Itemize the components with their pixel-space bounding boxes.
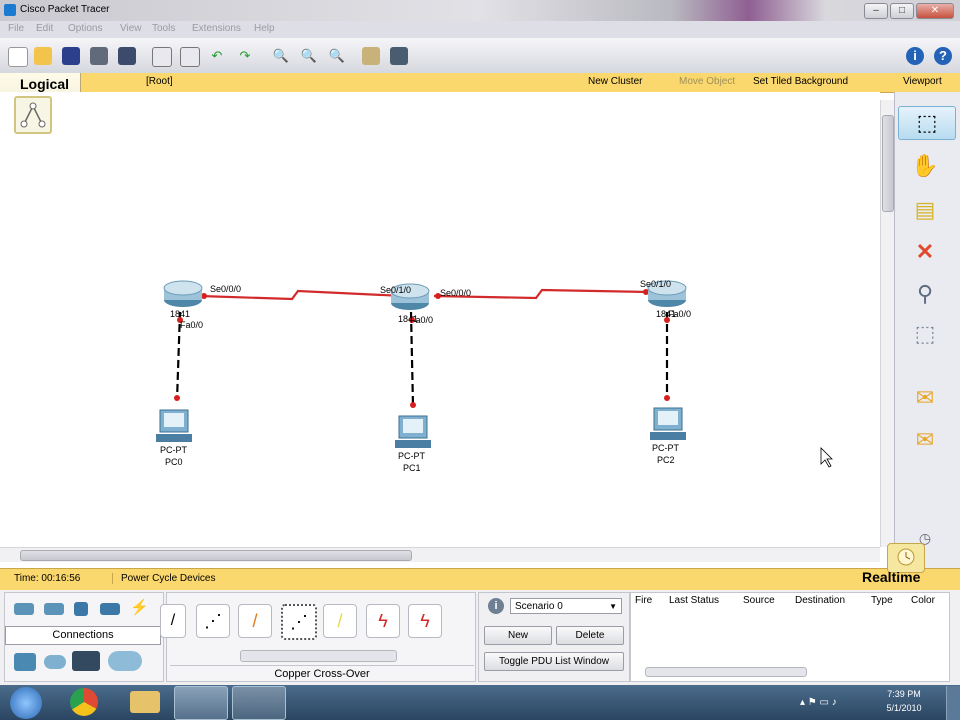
r2-fa-port-label: Fa0/0 bbox=[668, 309, 691, 319]
packet-tracer-taskbar-icon[interactable] bbox=[174, 686, 228, 720]
fiber-cable-icon[interactable]: / bbox=[323, 604, 357, 638]
pc-icon bbox=[650, 432, 686, 440]
port-dot bbox=[174, 395, 180, 401]
topology-canvas: Se0/0/0 1841 Fa0/0 Se0/1/0 Se0/0/0 1841 … bbox=[156, 279, 833, 473]
add-complex-pdu-icon[interactable]: ✉ bbox=[906, 424, 944, 456]
tray-icons[interactable]: ▴ ⚑ ▭ ♪ bbox=[800, 697, 837, 708]
end-devices-icon[interactable] bbox=[14, 653, 36, 671]
place-note-icon[interactable]: ▤ bbox=[906, 194, 944, 226]
pc-icon bbox=[156, 434, 192, 442]
info-icon[interactable]: i bbox=[906, 47, 924, 65]
serial-dce-cable-icon[interactable]: ϟ bbox=[366, 604, 400, 638]
r0-model-label: 1841 bbox=[170, 309, 190, 319]
maximize-button[interactable]: □ bbox=[890, 3, 914, 19]
col-fire: Fire bbox=[635, 595, 653, 606]
chevron-down-icon: ▼ bbox=[609, 602, 617, 611]
pc0-type-label: PC-PT bbox=[160, 445, 188, 455]
col-source: Source bbox=[743, 595, 775, 606]
pc-icon bbox=[164, 413, 184, 427]
pc-icon bbox=[403, 419, 423, 433]
switches-category-icon[interactable] bbox=[44, 603, 64, 615]
start-button-icon[interactable] bbox=[10, 687, 42, 719]
viewport-button[interactable]: Viewport bbox=[903, 76, 942, 87]
copper-straight-through-icon[interactable]: / bbox=[238, 604, 272, 638]
pc2-name-label: PC2 bbox=[657, 455, 675, 465]
chrome-taskbar-icon[interactable] bbox=[70, 688, 98, 716]
pdu-scrollbar[interactable] bbox=[645, 667, 807, 677]
new-scenario-button[interactable]: New bbox=[484, 626, 552, 645]
explorer-taskbar-icon[interactable] bbox=[130, 691, 160, 713]
r0-se-port-label: Se0/0/0 bbox=[210, 284, 241, 294]
pc0-name-label: PC0 bbox=[165, 457, 183, 467]
help-icon[interactable]: ? bbox=[934, 47, 952, 65]
clock-date: 5/1/2010 bbox=[886, 703, 922, 713]
pc-icon bbox=[395, 440, 431, 448]
console-cable-icon[interactable]: ⋰ bbox=[196, 604, 230, 638]
show-desktop-button[interactable] bbox=[946, 686, 960, 720]
r1-fa-port-label: Fa0/0 bbox=[410, 315, 433, 325]
horizontal-scroll-thumb[interactable] bbox=[20, 550, 412, 561]
hubs-category-icon[interactable] bbox=[74, 602, 88, 616]
wan-emulation-icon[interactable] bbox=[44, 655, 66, 669]
router-icon bbox=[163, 280, 203, 296]
time-label: Time: 00:16:56 bbox=[14, 573, 81, 584]
recorder-taskbar-icon[interactable] bbox=[232, 686, 286, 720]
r1-se-left-label: Se0/1/0 bbox=[380, 285, 411, 295]
r0-fa-port-label: Fa0/0 bbox=[180, 320, 203, 330]
pc-0[interactable] bbox=[156, 409, 192, 442]
serial-dte-cable-icon[interactable]: ϟ bbox=[408, 604, 442, 638]
pc1-name-label: PC1 bbox=[403, 463, 421, 473]
select-tool-icon[interactable]: ⬚ bbox=[898, 106, 956, 140]
r1-se-right-label: Se0/0/0 bbox=[440, 288, 471, 298]
wireless-category-icon[interactable] bbox=[100, 603, 120, 615]
router-0[interactable] bbox=[163, 280, 203, 307]
scenario-selected-value: Scenario 0 bbox=[515, 601, 563, 612]
scenario-info-icon[interactable]: i bbox=[488, 598, 504, 614]
col-last-status: Last Status bbox=[669, 595, 720, 606]
time-bar: Time: 00:16:56 Power Cycle Devices bbox=[0, 568, 960, 591]
port-dot bbox=[664, 395, 670, 401]
pc-icon bbox=[658, 411, 678, 425]
r2-se-port-label: Se0/1/0 bbox=[640, 279, 671, 289]
scenario-select[interactable]: Scenario 0 ▼ bbox=[510, 598, 622, 614]
pc2-type-label: PC-PT bbox=[652, 443, 680, 453]
add-simple-pdu-icon[interactable]: ✉ bbox=[906, 382, 944, 414]
connections-category-label: Connections bbox=[5, 626, 161, 645]
inspect-icon[interactable]: ⚲ bbox=[906, 278, 944, 310]
automatic-cable-icon[interactable]: / bbox=[160, 604, 186, 638]
pc1-type-label: PC-PT bbox=[398, 451, 426, 461]
delete-scenario-button[interactable]: Delete bbox=[556, 626, 624, 645]
selected-cable-label: Copper Cross-Over bbox=[170, 665, 474, 682]
pdu-list-table: Fire Last Status Source Destination Type… bbox=[630, 592, 950, 682]
copper-cross-over-icon[interactable]: ⋰ bbox=[281, 604, 317, 640]
resize-shape-icon[interactable]: ⬚ bbox=[906, 318, 944, 350]
vertical-scroll-thumb[interactable] bbox=[882, 115, 894, 212]
pc-1[interactable] bbox=[395, 415, 431, 448]
clock-time: 7:39 PM bbox=[887, 689, 921, 699]
delete-icon[interactable]: ✕ bbox=[906, 236, 944, 268]
connections-category-icon[interactable]: ⚡ bbox=[130, 600, 149, 616]
col-type: Type bbox=[871, 595, 893, 606]
mouse-cursor-icon bbox=[820, 447, 833, 468]
move-layout-hand-icon[interactable]: ✋ bbox=[906, 150, 944, 182]
multiuser-connection-icon[interactable] bbox=[108, 651, 142, 671]
custom-made-devices-icon[interactable] bbox=[72, 651, 100, 671]
col-destination: Destination bbox=[795, 595, 846, 606]
realtime-mode-label[interactable]: Realtime bbox=[862, 569, 920, 585]
port-dot bbox=[410, 402, 416, 408]
pc-2[interactable] bbox=[650, 407, 686, 440]
cable-scrollbar[interactable] bbox=[240, 650, 397, 662]
col-color: Color bbox=[911, 595, 935, 606]
lan-link-r1-pc1[interactable] bbox=[409, 311, 415, 407]
routers-category-icon[interactable] bbox=[14, 603, 34, 615]
toggle-pdu-list-button[interactable]: Toggle PDU List Window bbox=[484, 652, 624, 671]
close-button[interactable]: ✕ bbox=[916, 3, 954, 19]
power-cycle-button[interactable]: Power Cycle Devices bbox=[112, 573, 215, 584]
